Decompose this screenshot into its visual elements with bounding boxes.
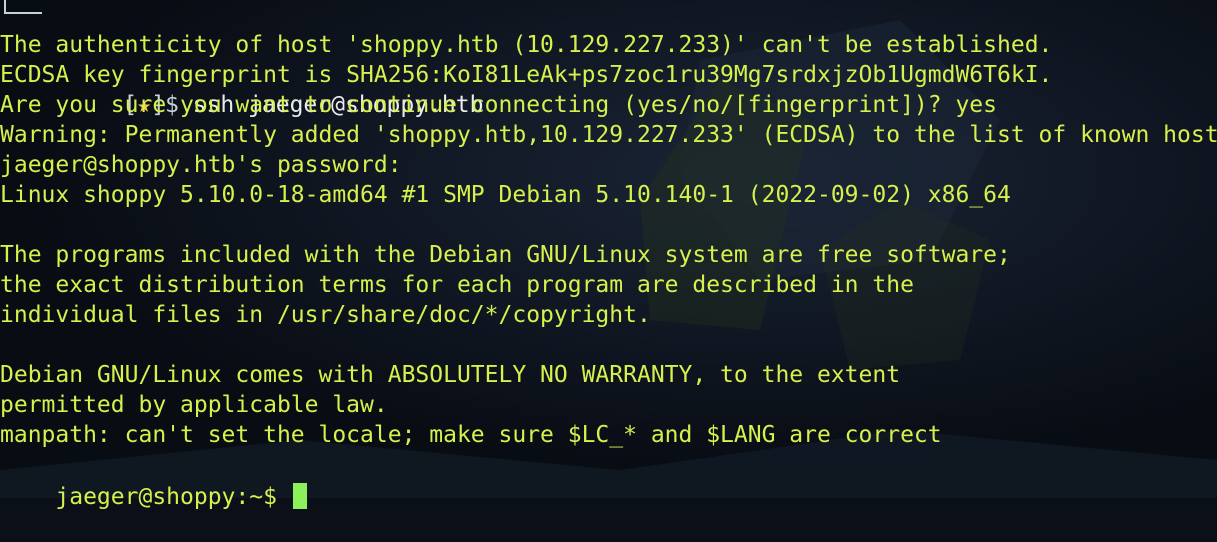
output-line: The authenticity of host 'shoppy.htb (10… <box>0 32 1053 58</box>
output-line: individual files in /usr/share/doc/*/cop… <box>0 302 651 328</box>
prompt-corner-glyph <box>4 0 34 14</box>
output-line: ECDSA key fingerprint is SHA256:KoI81LeA… <box>0 62 1053 88</box>
shell-prompt-line[interactable]: jaeger@shoppy:~$ <box>0 452 307 510</box>
prompt-dash-glyph <box>34 12 42 14</box>
output-line: Warning: Permanently added 'shoppy.htb,1… <box>0 122 1217 148</box>
output-line: the exact distribution terms for each pr… <box>0 272 914 298</box>
output-line: permitted by applicable law. <box>0 392 388 418</box>
cursor-block[interactable] <box>292 482 307 509</box>
terminal-window[interactable]: [★]$ ssh jaeger@shoppy.htb The authentic… <box>0 0 1217 510</box>
output-line: jaeger@shoppy.htb's password: <box>0 152 402 178</box>
shell-prompt: jaeger@shoppy:~$ <box>55 484 291 510</box>
output-line: Are you sure you want to continue connec… <box>0 92 997 118</box>
output-line: Linux shoppy 5.10.0-18-amd64 #1 SMP Debi… <box>0 182 1011 208</box>
output-line: Debian GNU/Linux comes with ABSOLUTELY N… <box>0 362 901 388</box>
prompt-line: [★]$ ssh jaeger@shoppy.htb <box>0 0 483 118</box>
output-line: manpath: can't set the locale; make sure… <box>0 422 942 448</box>
output-line: The programs included with the Debian GN… <box>0 242 1011 268</box>
